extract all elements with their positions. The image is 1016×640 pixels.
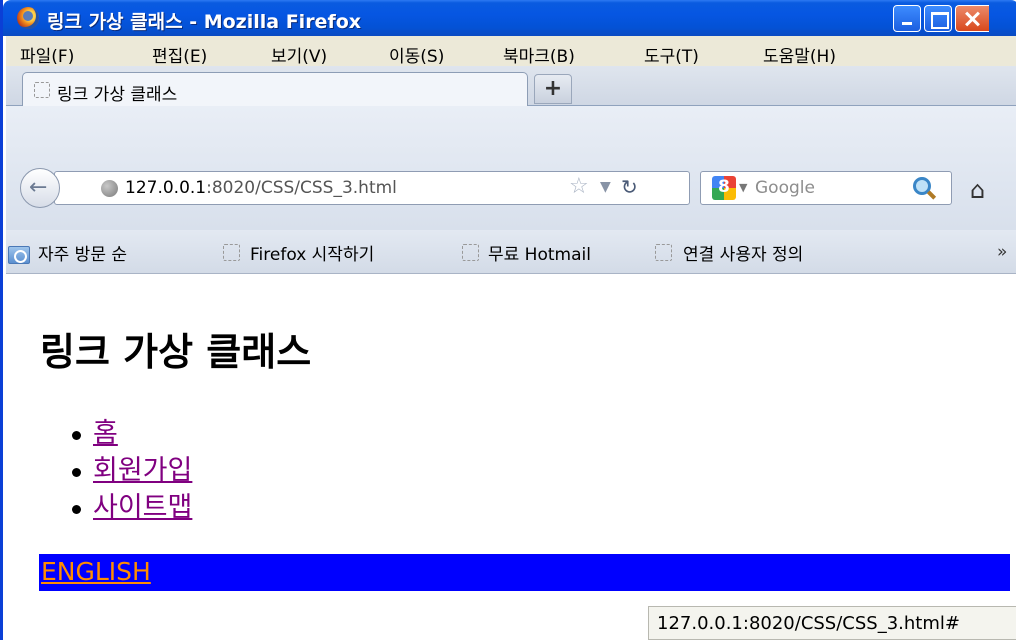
globe-icon: [101, 180, 118, 197]
history-dropdown-icon[interactable]: ▼: [600, 179, 611, 195]
firefox-icon: [17, 7, 39, 29]
menu-bar: 파일(F) 편집(E) 보기(V) 이동(S) 북마크(B) 도구(T) 도움말…: [6, 36, 1016, 67]
window-title: 링크 가상 클래스 - Mozilla Firefox: [47, 11, 362, 33]
bookmark-most-visited[interactable]: 자주 방문 순: [38, 240, 127, 265]
list-item: 홈: [71, 415, 192, 452]
link-home[interactable]: 홈: [93, 418, 118, 449]
search-engine-dropdown-icon[interactable]: ▼: [739, 181, 747, 194]
bookmark-page-icon: [462, 244, 479, 261]
link-sitemap[interactable]: 사이트맵: [93, 492, 192, 523]
menu-go[interactable]: 이동(S): [389, 42, 444, 67]
menu-file[interactable]: 파일(F): [20, 42, 74, 67]
bookmarks-toolbar: 자주 방문 순 Firefox 시작하기 무료 Hotmail 연결 사용자 정…: [6, 230, 1016, 274]
menu-bookmarks[interactable]: 북마크(B): [503, 42, 575, 67]
url-text[interactable]: 127.0.0.1:8020/CSS/CSS_3.html: [125, 178, 397, 198]
link-english[interactable]: ENGLISH: [41, 557, 151, 586]
home-icon[interactable]: ⌂: [970, 176, 985, 204]
back-arrow-icon: ←: [29, 175, 48, 200]
list-item: 회원가입: [71, 452, 192, 489]
reload-icon[interactable]: ↻: [621, 175, 638, 199]
navigation-bar: 127.0.0.1:8020/CSS/CSS_3.html ☆ ▼ ↻ ← ▼ …: [6, 106, 1016, 230]
english-banner: ENGLISH: [39, 554, 1010, 591]
address-bar[interactable]: 127.0.0.1:8020/CSS/CSS_3.html ☆ ▼ ↻: [54, 171, 690, 205]
close-button[interactable]: [955, 5, 989, 32]
page-content: 링크 가상 클래스 홈 회원가입 사이트맵 ENGLISH: [6, 275, 1016, 640]
bookmarks-overflow-icon[interactable]: »: [997, 242, 1007, 262]
search-input[interactable]: Google: [755, 178, 815, 198]
bookmark-page-icon: [655, 244, 672, 261]
link-list: 홈 회원가입 사이트맵: [71, 415, 192, 526]
tab-label: 링크 가상 클래스: [57, 85, 178, 105]
status-bar: 127.0.0.1:8020/CSS/CSS_3.html#: [648, 606, 1016, 640]
back-button[interactable]: ←: [20, 168, 60, 208]
menu-tools[interactable]: 도구(T): [644, 42, 699, 67]
page-heading: 링크 가상 클래스: [40, 330, 312, 374]
menu-edit[interactable]: 편집(E): [152, 42, 207, 67]
tab-current[interactable]: 링크 가상 클래스: [22, 72, 528, 107]
menu-view[interactable]: 보기(V): [271, 42, 327, 67]
bookmark-customize-links[interactable]: 연결 사용자 정의: [683, 240, 803, 265]
bookmark-page-icon: [223, 244, 240, 261]
search-bar[interactable]: ▼ Google: [700, 171, 952, 205]
list-item: 사이트맵: [71, 489, 192, 526]
bookmark-hotmail[interactable]: 무료 Hotmail: [488, 240, 591, 265]
search-icon[interactable]: [913, 177, 931, 195]
title-bar: 링크 가상 클래스 - Mozilla Firefox: [3, 0, 1016, 36]
link-signup[interactable]: 회원가입: [93, 455, 192, 486]
bookmark-getting-started[interactable]: Firefox 시작하기: [250, 240, 374, 265]
page-icon: [34, 82, 50, 98]
browser-window: 링크 가상 클래스 - Mozilla Firefox 파일(F) 편집(E) …: [0, 0, 1016, 640]
url-host: 127.0.0.1: [125, 178, 207, 198]
minimize-button[interactable]: [893, 5, 921, 32]
most-visited-folder-icon: [8, 246, 30, 264]
bookmark-star-icon[interactable]: ☆: [569, 174, 589, 199]
tab-strip: 링크 가상 클래스 +: [6, 66, 1016, 107]
new-tab-button[interactable]: +: [534, 74, 572, 104]
maximize-button[interactable]: [924, 5, 952, 32]
google-icon[interactable]: [712, 176, 736, 200]
url-path: :8020/CSS/CSS_3.html: [206, 178, 397, 198]
menu-help[interactable]: 도움말(H): [763, 42, 836, 67]
